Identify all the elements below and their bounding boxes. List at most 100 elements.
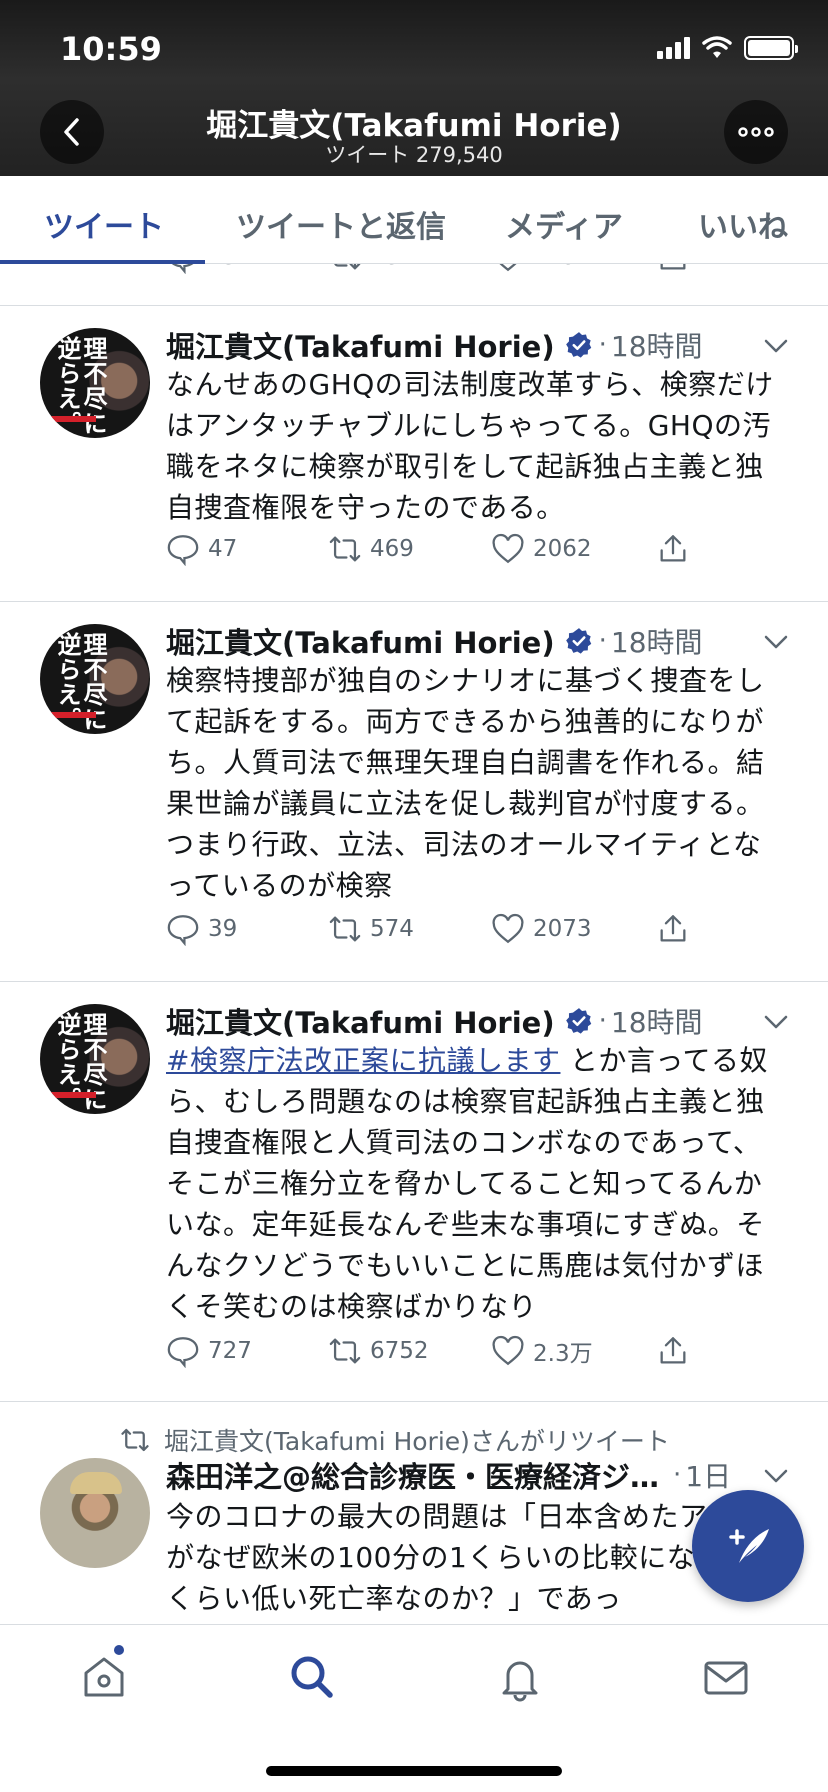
like-button[interactable]: 149	[491, 264, 577, 274]
reply-count: 15	[208, 264, 237, 270]
reply-button[interactable]: 727	[166, 1334, 252, 1368]
retweet-button[interactable]: 469	[328, 532, 414, 566]
share-button[interactable]	[656, 912, 690, 946]
bottom-navigation	[0, 1624, 828, 1792]
home-icon[interactable]	[78, 1651, 130, 1703]
avatar-accent	[48, 712, 96, 718]
tweet-author-name[interactable]: 堀江貴文(Takafumi Horie)	[166, 1000, 555, 1042]
verified-badge-icon	[565, 1008, 591, 1034]
tweet-text: #検察庁法改正案に抗議します とか言ってる奴ら、むしろ問題なのは検察官起訴独占主…	[166, 1040, 786, 1327]
tweet-item[interactable]: 理不尽に逆らえ。 堀江貴文(Takafumi Horie) · 18時間 #検察…	[0, 982, 828, 1402]
share-icon	[660, 1337, 686, 1364]
tweet-author-name[interactable]: 堀江貴文(Takafumi Horie)	[166, 620, 555, 662]
avatar-hat	[70, 1472, 122, 1494]
separator-dot: ·	[598, 330, 607, 360]
retweet-count: 574	[370, 916, 414, 942]
retweet-count: 469	[370, 536, 414, 562]
tweet-item[interactable]: 理不尽に逆らえ。 堀江貴文(Takafumi Horie) · 18時間 なんせ…	[0, 306, 828, 602]
like-button[interactable]: 2.3万	[491, 1334, 593, 1368]
share-button[interactable]	[656, 264, 690, 274]
chevron-down-icon[interactable]	[762, 1466, 790, 1486]
tab-likes[interactable]: いいね	[698, 202, 788, 246]
status-time: 10:59	[60, 30, 162, 68]
tweet-item[interactable]: 理不尽に逆らえ。 堀江貴文(Takafumi Horie) · 18時間 検察特…	[0, 602, 828, 982]
partial-tweet: 15 18 149	[0, 264, 828, 306]
retweet-icon	[329, 916, 361, 942]
share-icon	[660, 535, 686, 562]
like-button[interactable]: 2073	[491, 912, 592, 946]
reply-count: 47	[208, 536, 238, 562]
tweet-header: 堀江貴文(Takafumi Horie) · 18時間	[166, 1000, 703, 1042]
chevron-down-icon[interactable]	[762, 1012, 790, 1032]
search-icon[interactable]	[286, 1651, 338, 1703]
tweet-actions: 727 6752 2.3万	[166, 1334, 726, 1374]
mail-icon[interactable]	[700, 1651, 752, 1703]
reply-icon	[167, 915, 199, 946]
retweet-icon	[329, 1338, 361, 1364]
tweet-time[interactable]: 18時間	[611, 621, 703, 661]
home-indicator	[266, 1766, 562, 1776]
avatar-text: 理不尽に逆らえ。	[53, 336, 107, 436]
reply-button[interactable]: 15	[166, 264, 237, 274]
heart-icon	[492, 533, 524, 564]
reply-button[interactable]: 39	[166, 912, 237, 946]
profile-header: 10:59 堀江貴文(Takafumi Horie) ツイート 279,540	[0, 0, 828, 176]
retweet-button[interactable]: 574	[328, 912, 414, 946]
retweet-icon	[121, 1428, 149, 1452]
avatar-accent	[48, 1092, 96, 1098]
share-icon	[660, 915, 686, 942]
profile-tabs: ツイート ツイートと返信 メディア いいね	[0, 176, 828, 264]
share-button[interactable]	[656, 1334, 690, 1368]
verified-badge-icon	[565, 628, 591, 654]
avatar[interactable]	[40, 1458, 150, 1568]
tab-tweets-and-replies[interactable]: ツイートと返信	[236, 202, 446, 246]
like-button[interactable]: 2062	[491, 532, 592, 566]
retweet-note: 堀江貴文(Takafumi Horie)さんがリツイート	[120, 1422, 670, 1458]
tweet-text: 検察特捜部が独自のシナリオに基づく捜査をして起訴をする。両方できるから独善的にな…	[166, 664, 765, 902]
chevron-down-icon[interactable]	[762, 632, 790, 652]
heart-icon	[492, 913, 524, 944]
separator-dot: ·	[598, 1006, 607, 1036]
tweet-header: 堀江貴文(Takafumi Horie) · 18時間	[166, 324, 703, 366]
reply-icon	[167, 535, 199, 566]
tab-tweets[interactable]: ツイート	[44, 202, 164, 246]
reply-count: 39	[208, 916, 238, 942]
compose-tweet-icon	[729, 1529, 769, 1563]
avatar[interactable]: 理不尽に逆らえ。	[40, 1004, 150, 1114]
verified-badge-icon	[565, 332, 591, 358]
separator-dot: ·	[673, 1460, 682, 1490]
tab-media[interactable]: メディア	[505, 202, 623, 246]
retweet-count: 6752	[370, 1338, 429, 1364]
tweet-time[interactable]: 18時間	[611, 325, 703, 365]
compose-tweet-button[interactable]	[692, 1490, 804, 1602]
battery-icon	[744, 36, 798, 60]
share-button[interactable]	[656, 532, 690, 566]
bell-icon[interactable]	[494, 1651, 546, 1703]
tweet-header: 堀江貴文(Takafumi Horie) · 18時間	[166, 620, 703, 662]
tweet-actions: 39 574 2073	[166, 912, 726, 952]
hashtag-link[interactable]: #検察庁法改正案に抗議します	[166, 1044, 560, 1077]
tweet-text-body: とか言ってる奴ら、むしろ問題なのは検察官起訴独占主義と独自捜査権限と人質司法のコ…	[166, 1044, 768, 1323]
tweet-actions: 15 18 149	[166, 264, 726, 280]
tweet-actions: 47 469 2062	[166, 532, 726, 572]
tweet-time[interactable]: 18時間	[611, 1001, 703, 1041]
more-button[interactable]	[724, 100, 788, 164]
retweet-note-text: 堀江貴文(Takafumi Horie)さんがリツイート	[164, 1427, 670, 1456]
tweet-header: 森田洋之@総合診療医・医療経済ジ… · 1日	[166, 1454, 731, 1496]
avatar[interactable]: 理不尽に逆らえ。	[40, 624, 150, 734]
chevron-down-icon[interactable]	[762, 336, 790, 356]
retweet-button[interactable]: 6752	[328, 1334, 429, 1368]
tweet-author-name[interactable]: 森田洋之@総合診療医・医療経済ジ…	[166, 1454, 659, 1496]
like-count: 149	[533, 264, 577, 270]
retweet-count: 18	[370, 264, 399, 270]
tweet-author-name[interactable]: 堀江貴文(Takafumi Horie)	[166, 324, 555, 366]
reply-count: 727	[208, 1338, 252, 1364]
avatar[interactable]: 理不尽に逆らえ。	[40, 328, 150, 438]
reply-icon	[167, 1337, 199, 1368]
tweet-time[interactable]: 1日	[685, 1455, 731, 1495]
tweet-feed[interactable]: 15 18 149 理不尽に逆らえ。 堀江貴文(Takafumi Horie) …	[0, 264, 828, 1624]
tweet-text: なんせあのGHQの司法制度改革すら、検察だけはアンタッチャブルにしちゃってる。G…	[166, 368, 774, 524]
wifi-icon	[702, 36, 732, 58]
retweet-button[interactable]: 18	[328, 264, 399, 274]
reply-button[interactable]: 47	[166, 532, 237, 566]
